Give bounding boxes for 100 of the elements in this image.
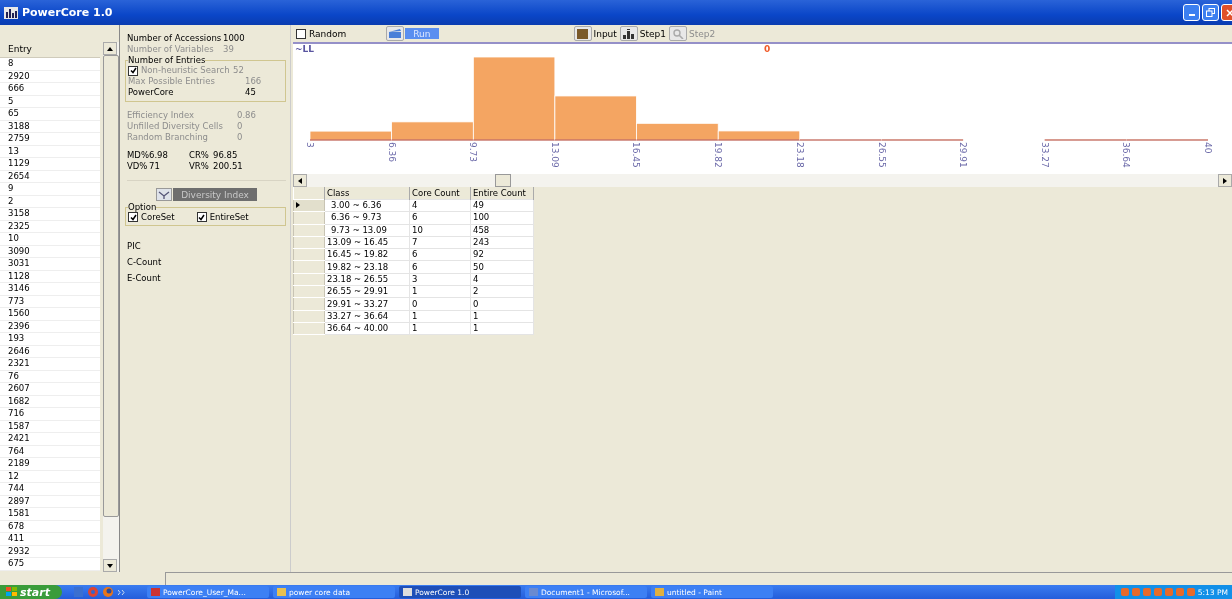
- flag-icon: [6, 587, 17, 597]
- minimize-button[interactable]: [1183, 4, 1200, 21]
- square-icon: [577, 28, 589, 39]
- table-cell: 13.09 ~ 16.45: [324, 236, 410, 249]
- stat-label: Max Possible Entries: [128, 76, 216, 87]
- axis-tick-label: 26.55: [876, 142, 887, 168]
- entry-cell: 3158: [0, 208, 100, 221]
- table-cell: 6: [409, 248, 471, 261]
- entry-cell: 9: [0, 183, 100, 196]
- group-title: Option: [128, 202, 157, 212]
- axis-tick-label: 29.91: [958, 142, 969, 168]
- checkbox-label: Non-heuristic Search: [141, 65, 230, 76]
- table-cell: 36.64 ~ 40.00: [324, 322, 410, 335]
- restore-button[interactable]: [1202, 4, 1219, 21]
- table-cell: 9.73 ~ 13.09: [324, 224, 410, 237]
- step-tab[interactable]: Step1: [619, 26, 667, 41]
- axis-tick-label: 23.18: [794, 142, 805, 168]
- entry-cell: 2607: [0, 383, 100, 396]
- checkbox-label: CoreSet: [141, 212, 175, 222]
- table-cell: 0: [470, 297, 534, 311]
- entry-cell: 10: [0, 233, 100, 246]
- browser-icon[interactable]: [102, 587, 113, 597]
- stat-label: Number of Variables: [127, 44, 215, 55]
- entry-cell: 666: [0, 83, 100, 96]
- entry-cell: 8: [0, 58, 100, 71]
- axis-tick-label: 19.82: [713, 142, 724, 168]
- table-cell: 6: [409, 261, 471, 274]
- start-button[interactable]: start: [0, 585, 62, 599]
- entry-cell: 411: [0, 533, 100, 546]
- app-icon: [654, 588, 664, 596]
- checkbox[interactable]: [196, 212, 207, 222]
- group-title: Number of Entries: [128, 55, 206, 65]
- axis-tick-label: 36.64: [1121, 142, 1132, 168]
- marker-label: 0: [764, 44, 771, 54]
- stat-value: 0: [237, 121, 244, 132]
- right-arrow-icon: [1223, 177, 1227, 184]
- chevron-icon[interactable]: [117, 589, 125, 595]
- table-cell: 26.55 ~ 29.91: [324, 285, 410, 298]
- table-cell: 3.00 ~ 6.36: [324, 199, 410, 212]
- stat-label: VD%: [127, 161, 149, 172]
- clapper-icon[interactable]: [386, 26, 405, 41]
- scroll-up-button[interactable]: [103, 42, 117, 55]
- entry-cell: 675: [0, 558, 100, 571]
- checkbox-label: EntireSet: [209, 212, 249, 222]
- scroll-down-button[interactable]: [103, 559, 117, 572]
- checkbox[interactable]: [296, 28, 306, 39]
- table-cell: 1: [409, 310, 471, 323]
- row-header[interactable]: [293, 199, 325, 212]
- measure-label: C-Count: [127, 256, 163, 269]
- up-arrow-icon: [107, 46, 113, 51]
- entry-cell: 1560: [0, 308, 100, 321]
- step-tab[interactable]: Input: [573, 26, 617, 41]
- run-button[interactable]: Run: [405, 28, 439, 39]
- window-title: PowerCore 1.0: [22, 6, 113, 19]
- axis-tick-label: 3: [305, 142, 315, 148]
- stat-value: 71: [149, 161, 161, 172]
- axis-tick-label: 33.27: [1039, 142, 1050, 168]
- checkbox[interactable]: [128, 212, 138, 222]
- table-cell: 19.82 ~ 23.18: [324, 261, 410, 274]
- bar-chart-icon: [622, 28, 635, 39]
- stat-value: 96.85: [213, 150, 239, 161]
- stat-label: MD%: [127, 150, 149, 161]
- stat-value: 200.51: [213, 161, 244, 172]
- stat-value: 6.98: [149, 150, 169, 161]
- table-cell: 29.91 ~ 33.27: [324, 297, 410, 311]
- column-header: Class: [324, 187, 410, 200]
- stat-value: 52: [233, 65, 245, 76]
- stat-label: Random Branching: [127, 132, 210, 143]
- horizontal-scrollbar[interactable]: [293, 174, 1232, 187]
- stat-value: 1000: [223, 33, 246, 44]
- entry-cell: 193: [0, 333, 100, 346]
- scroll-right-button[interactable]: [1218, 174, 1232, 187]
- scroll-left-button[interactable]: [293, 174, 307, 187]
- axis-label: ~LL: [295, 44, 314, 54]
- scroll-thumb[interactable]: [495, 174, 511, 187]
- column-header: Entire Count: [470, 187, 534, 200]
- entry-cell: 2421: [0, 433, 100, 446]
- stat-value: 39: [223, 44, 235, 55]
- stat-value: 0: [237, 132, 244, 143]
- table-cell: 4: [470, 273, 534, 286]
- app-icon: [402, 588, 412, 596]
- table-cell: 1: [470, 310, 534, 323]
- table-cell: 3: [409, 273, 471, 286]
- stat-label: Unfilled Diversity Cells: [127, 121, 224, 132]
- browser-icon[interactable]: [87, 587, 98, 597]
- axis-tick-label: 40: [1203, 142, 1213, 154]
- entry-cell: 65: [0, 108, 100, 121]
- measure-label: E-Count: [127, 272, 162, 285]
- stat-value: 45: [245, 87, 257, 98]
- stat-label: PowerCore: [128, 87, 175, 98]
- entry-cell: 3031: [0, 258, 100, 271]
- table-cell: 0: [409, 297, 471, 311]
- table-cell: 1: [470, 322, 534, 335]
- stat-value: 166: [245, 76, 263, 87]
- table-cell: 4: [409, 199, 471, 212]
- app-icon: [150, 588, 160, 596]
- table-cell: 6.36 ~ 9.73: [324, 211, 410, 225]
- column-header: Entry: [0, 42, 100, 58]
- launcher-icon[interactable]: [73, 587, 83, 597]
- down-arrow-icon: [107, 563, 113, 568]
